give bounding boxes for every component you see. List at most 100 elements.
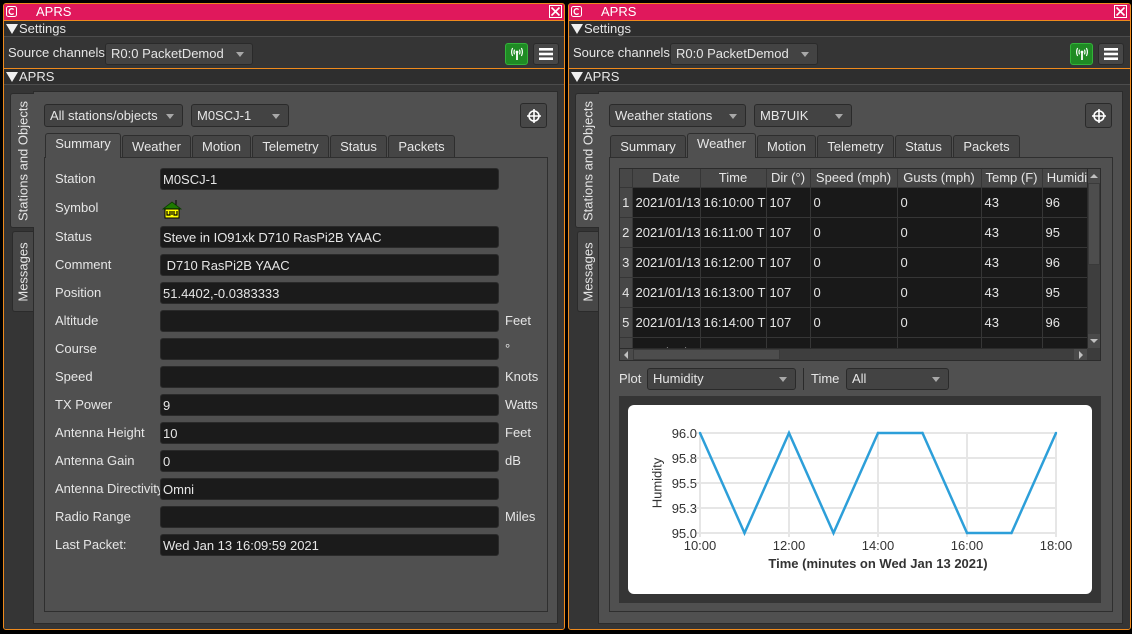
close-icon[interactable] bbox=[1114, 5, 1127, 18]
altitude-field[interactable] bbox=[160, 310, 499, 332]
cell-dir[interactable]: 107 bbox=[766, 187, 811, 218]
table-row[interactable]: 1 2021/01/13 16:10:00 T 107 0 0 43 96 bbox=[620, 187, 1087, 218]
course-field[interactable] bbox=[160, 338, 499, 360]
cell-dir[interactable]: 107 bbox=[766, 307, 811, 338]
column-header-speed[interactable]: Speed (mph) bbox=[810, 169, 898, 188]
cell-dir[interactable]: 107 bbox=[766, 277, 811, 308]
locate-on-map-button[interactable] bbox=[520, 103, 547, 128]
column-header-gusts[interactable]: Gusts (mph) bbox=[897, 169, 982, 188]
antenna-gain-field[interactable] bbox=[160, 450, 499, 472]
cell-temp[interactable]: 43 bbox=[981, 187, 1043, 218]
tab-status[interactable]: Status bbox=[330, 135, 387, 158]
cell-speed[interactable]: 0 bbox=[810, 247, 898, 278]
tab-summary[interactable]: Summary bbox=[610, 135, 686, 158]
corner-header[interactable] bbox=[620, 169, 633, 188]
antenna-toggle-button[interactable] bbox=[1070, 43, 1093, 65]
antenna-height-field[interactable] bbox=[160, 422, 499, 444]
c-badge-icon[interactable] bbox=[6, 6, 17, 17]
cell-gusts[interactable]: 0 bbox=[897, 277, 982, 308]
station-select[interactable]: M0SCJ-1 bbox=[191, 104, 289, 127]
humidity-chart[interactable]: 95.0 95.3 95.5 95.8 96.0 10:00 12:00 14:00 16:00… bbox=[628, 405, 1092, 594]
cell-time[interactable]: 16:11:00 T bbox=[700, 217, 767, 248]
station-select[interactable]: MB7UIK bbox=[754, 104, 852, 127]
tab-status[interactable]: Status bbox=[895, 135, 952, 158]
scroll-right-arrow-icon[interactable] bbox=[1074, 349, 1087, 360]
status-field[interactable] bbox=[160, 226, 499, 248]
cell-humidity[interactable]: 95 bbox=[1042, 277, 1087, 308]
time-select[interactable]: All bbox=[846, 368, 949, 390]
close-icon[interactable] bbox=[549, 5, 562, 18]
row-number[interactable]: 6 bbox=[620, 337, 633, 348]
cell-speed[interactable]: 0 bbox=[810, 217, 898, 248]
cell-gusts[interactable]: 0 bbox=[897, 187, 982, 218]
cell-speed[interactable]: 0 bbox=[810, 277, 898, 308]
cell-time[interactable]: 16:10:00 T bbox=[700, 187, 767, 218]
cell-humidity[interactable]: 96 bbox=[1042, 187, 1087, 218]
cell-time[interactable]: 16:15:00 T bbox=[700, 337, 767, 348]
tab-motion[interactable]: Motion bbox=[757, 135, 816, 158]
tab-weather[interactable]: Weather bbox=[122, 135, 191, 158]
cell-temp[interactable]: 43 bbox=[981, 277, 1043, 308]
antenna-toggle-button[interactable] bbox=[505, 43, 528, 65]
station-filter-select[interactable]: All stations/objects bbox=[44, 104, 183, 127]
table-row[interactable]: 5 2021/01/13 16:14:00 T 107 0 0 43 96 bbox=[620, 307, 1087, 338]
cell-date[interactable]: 2021/01/13 bbox=[632, 187, 701, 218]
scroll-down-arrow-icon[interactable] bbox=[1088, 334, 1100, 348]
title-bar[interactable]: APRS bbox=[569, 4, 1130, 21]
tab-packets[interactable]: Packets bbox=[388, 135, 455, 158]
cell-speed[interactable]: 0 bbox=[810, 307, 898, 338]
cell-temp[interactable]: 43 bbox=[981, 337, 1043, 348]
aprs-section-header[interactable]: APRS bbox=[569, 69, 1130, 85]
row-number[interactable]: 5 bbox=[620, 307, 633, 338]
row-number[interactable]: 3 bbox=[620, 247, 633, 278]
cell-gusts[interactable]: 0 bbox=[897, 217, 982, 248]
row-number[interactable]: 4 bbox=[620, 277, 633, 308]
table-row[interactable]: 6 2021/01/13 16:15:00 T 107 0 0 43 96 bbox=[620, 337, 1087, 348]
cell-gusts[interactable]: 0 bbox=[897, 337, 982, 348]
cell-gusts[interactable]: 0 bbox=[897, 247, 982, 278]
tx-power-field[interactable] bbox=[160, 394, 499, 416]
cell-dir[interactable]: 107 bbox=[766, 217, 811, 248]
cell-speed[interactable]: 0 bbox=[810, 187, 898, 218]
cell-date[interactable]: 2021/01/13 bbox=[632, 247, 701, 278]
scroll-up-arrow-icon[interactable] bbox=[1088, 169, 1100, 183]
cell-humidity[interactable]: 96 bbox=[1042, 307, 1087, 338]
tab-telemetry[interactable]: Telemetry bbox=[252, 135, 329, 158]
scroll-left-arrow-icon[interactable] bbox=[620, 349, 633, 360]
cell-temp[interactable]: 43 bbox=[981, 307, 1043, 338]
row-number[interactable]: 2 bbox=[620, 217, 633, 248]
side-tab-stations-and-objects[interactable]: Stations and Objects bbox=[575, 93, 599, 228]
antenna-directivity-field[interactable] bbox=[160, 478, 499, 500]
vertical-scroll-thumb[interactable] bbox=[1088, 183, 1100, 265]
cell-time[interactable]: 16:14:00 T bbox=[700, 307, 767, 338]
settings-section-header[interactable]: Settings bbox=[4, 21, 564, 37]
cell-temp[interactable]: 43 bbox=[981, 247, 1043, 278]
cell-dir[interactable]: 107 bbox=[766, 247, 811, 278]
radio-range-field[interactable] bbox=[160, 506, 499, 528]
column-header-time[interactable]: Time bbox=[700, 169, 767, 188]
comment-field[interactable] bbox=[160, 254, 499, 276]
last-packet-field[interactable] bbox=[160, 534, 499, 556]
column-header-dir[interactable]: Dir (°) bbox=[766, 169, 811, 188]
cell-time[interactable]: 16:13:00 T bbox=[700, 277, 767, 308]
aprs-section-header[interactable]: APRS bbox=[4, 69, 564, 85]
cell-time[interactable]: 16:12:00 T bbox=[700, 247, 767, 278]
side-tab-messages[interactable]: Messages bbox=[12, 231, 33, 312]
row-number[interactable]: 1 bbox=[620, 187, 633, 218]
cell-dir[interactable]: 107 bbox=[766, 337, 811, 348]
cell-humidity[interactable]: 96 bbox=[1042, 337, 1087, 348]
tab-weather[interactable]: Weather bbox=[687, 133, 756, 158]
source-channels-select[interactable]: R0:0 PacketDemod bbox=[105, 43, 253, 65]
table-row[interactable]: 2 2021/01/13 16:11:00 T 107 0 0 43 95 bbox=[620, 217, 1087, 248]
tab-motion[interactable]: Motion bbox=[192, 135, 251, 158]
locate-on-map-button[interactable] bbox=[1085, 103, 1112, 128]
column-header-humidity[interactable]: Humidity bbox=[1042, 169, 1087, 188]
menu-button[interactable] bbox=[533, 43, 559, 65]
title-bar[interactable]: APRS bbox=[4, 4, 564, 21]
horizontal-scrollbar[interactable] bbox=[620, 348, 1087, 360]
tab-packets[interactable]: Packets bbox=[953, 135, 1020, 158]
cell-date[interactable]: 2021/01/13 bbox=[632, 307, 701, 338]
tab-telemetry[interactable]: Telemetry bbox=[817, 135, 894, 158]
cell-humidity[interactable]: 96 bbox=[1042, 247, 1087, 278]
station-filter-select[interactable]: Weather stations bbox=[609, 104, 746, 127]
